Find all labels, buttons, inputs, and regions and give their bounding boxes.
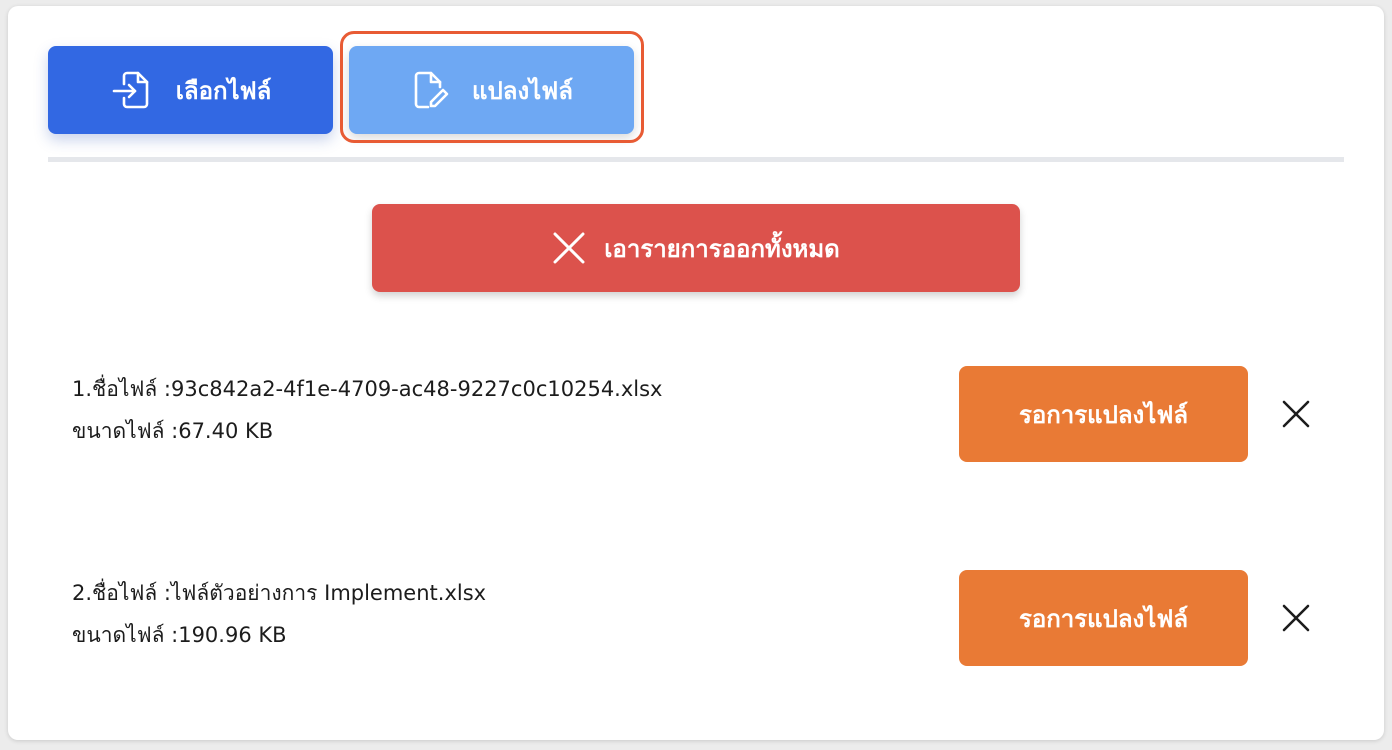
remove-all-label: เอารายการออกทั้งหมด bbox=[604, 234, 840, 263]
file-status-label: รอการแปลงไฟล์ bbox=[1018, 604, 1189, 633]
file-name: ไฟล์ตัวอย่างการ Implement.xlsx bbox=[170, 581, 487, 605]
file-name: 93c842a2-4f1e-4709-ac48-9227c0c10254.xls… bbox=[170, 377, 663, 401]
file-size: 190.96 KB bbox=[178, 623, 287, 647]
file-size: 67.40 KB bbox=[178, 419, 274, 443]
remove-all-button[interactable]: เอารายการออกทั้งหมด bbox=[372, 204, 1020, 292]
convert-button-highlight bbox=[340, 31, 644, 143]
file-status-label: รอการแปลงไฟล์ bbox=[1018, 400, 1189, 429]
file-item: 2. ชื่อไฟล์ : ไฟล์ตัวอย่างการ Implement.x… bbox=[72, 572, 486, 656]
file-size-line: ขนาดไฟล์ : 190.96 KB bbox=[72, 614, 486, 656]
remove-file-button[interactable] bbox=[1278, 600, 1314, 636]
file-index: 2. bbox=[72, 581, 93, 605]
file-status-button[interactable]: รอการแปลงไฟล์ bbox=[959, 366, 1248, 462]
close-icon bbox=[1282, 604, 1310, 632]
file-name-line: 1. ชื่อไฟล์ : 93c842a2-4f1e-4709-ac48-922… bbox=[72, 368, 662, 410]
file-status-button[interactable]: รอการแปลงไฟล์ bbox=[959, 570, 1248, 666]
file-size-label: ขนาดไฟล์ : bbox=[72, 623, 179, 647]
file-size-line: ขนาดไฟล์ : 67.40 KB bbox=[72, 410, 662, 452]
file-name-line: 2. ชื่อไฟล์ : ไฟล์ตัวอย่างการ Implement.x… bbox=[72, 572, 486, 614]
select-file-button[interactable]: เลือกไฟล์ bbox=[48, 46, 333, 134]
remove-file-button[interactable] bbox=[1278, 396, 1314, 432]
divider bbox=[48, 157, 1344, 162]
file-import-icon bbox=[110, 68, 154, 112]
select-file-label: เลือกไฟล์ bbox=[175, 76, 272, 105]
close-icon bbox=[1282, 400, 1310, 428]
file-size-label: ขนาดไฟล์ : bbox=[72, 419, 179, 443]
file-name-label: ชื่อไฟล์ : bbox=[92, 377, 171, 401]
file-item: 1. ชื่อไฟล์ : 93c842a2-4f1e-4709-ac48-922… bbox=[72, 368, 662, 452]
file-name-label: ชื่อไฟล์ : bbox=[92, 581, 171, 605]
close-icon bbox=[552, 231, 586, 265]
file-index: 1. bbox=[72, 377, 93, 401]
